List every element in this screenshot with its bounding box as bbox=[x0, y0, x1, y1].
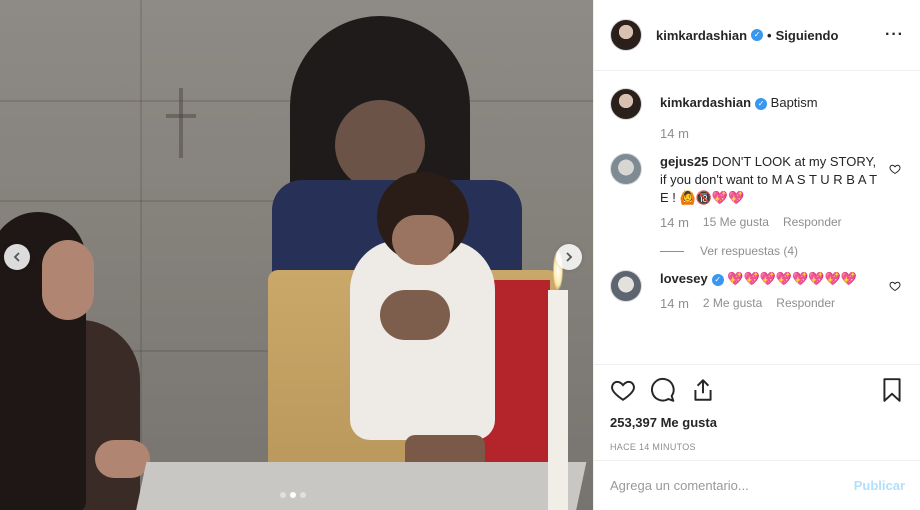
header-separator: • bbox=[767, 27, 772, 43]
verified-icon: ✓ bbox=[751, 29, 764, 41]
more-icon[interactable]: ··· bbox=[885, 26, 904, 44]
view-replies-button[interactable]: Ver respuestas (4) bbox=[660, 244, 882, 258]
comment-time[interactable]: 14 m bbox=[660, 215, 689, 230]
heart-icon[interactable] bbox=[610, 377, 636, 403]
candle bbox=[548, 290, 568, 510]
post-actions: 253,397 Me gusta HACE 14 MINUTOS bbox=[594, 364, 920, 460]
chevron-right-icon bbox=[566, 252, 573, 262]
caption: kimkardashian ✓ Baptism 14 m bbox=[610, 88, 905, 141]
child-face bbox=[392, 215, 454, 265]
comment-text: 💖💖💖💖💖💖💖💖 bbox=[727, 271, 857, 286]
replies-line bbox=[660, 250, 684, 252]
carousel-dot bbox=[300, 492, 306, 498]
comment-composer: Publicar bbox=[594, 460, 920, 510]
comment-likes[interactable]: 15 Me gusta bbox=[703, 215, 769, 230]
caption-username[interactable]: kimkardashian bbox=[660, 95, 751, 110]
comment-time[interactable]: 14 m bbox=[660, 296, 689, 311]
heart-icon[interactable] bbox=[889, 163, 901, 175]
caption-author-avatar[interactable] bbox=[610, 88, 642, 120]
reply-button[interactable]: Responder bbox=[776, 296, 835, 311]
commenter-avatar[interactable] bbox=[610, 270, 642, 302]
wall-seam bbox=[0, 200, 300, 202]
carousel-dot bbox=[280, 492, 286, 498]
author-username[interactable]: kimkardashian bbox=[656, 28, 747, 43]
verified-icon: ✓ bbox=[711, 273, 724, 286]
following-button[interactable]: Siguiendo bbox=[776, 28, 839, 43]
carousel-dots bbox=[280, 492, 306, 498]
comment-likes[interactable]: 2 Me gusta bbox=[703, 296, 762, 311]
caption-text: Baptism bbox=[770, 95, 818, 110]
comment-username[interactable]: lovesey bbox=[660, 271, 708, 286]
comment-input[interactable] bbox=[610, 478, 854, 493]
woman-face bbox=[42, 240, 94, 320]
reply-button[interactable]: Responder bbox=[783, 215, 842, 230]
commenter-avatar[interactable] bbox=[610, 153, 642, 185]
chevron-left-icon bbox=[13, 252, 20, 262]
priest-hand bbox=[380, 290, 450, 340]
bookmark-icon[interactable] bbox=[879, 377, 905, 403]
altar bbox=[133, 462, 587, 510]
like-count[interactable]: 253,397 Me gusta bbox=[610, 415, 905, 430]
wall-cross bbox=[166, 88, 196, 158]
wall-seam bbox=[140, 0, 142, 470]
carousel-dot-active bbox=[290, 492, 296, 498]
post-sidebar: kimkardashian ✓ • Siguiendo ··· kimkarda… bbox=[593, 0, 920, 510]
author-avatar[interactable] bbox=[610, 19, 642, 51]
carousel-prev-button[interactable] bbox=[4, 244, 30, 270]
comments-list[interactable]: kimkardashian ✓ Baptism 14 m gejus25 DON'… bbox=[594, 72, 920, 364]
view-replies-label: Ver respuestas (4) bbox=[700, 244, 799, 258]
caption-time[interactable]: 14 m bbox=[660, 126, 689, 141]
post-header: kimkardashian ✓ • Siguiendo ··· bbox=[594, 0, 920, 71]
comment-icon[interactable] bbox=[650, 377, 676, 403]
publish-button[interactable]: Publicar bbox=[854, 478, 905, 493]
woman-hands bbox=[95, 440, 150, 478]
share-icon[interactable] bbox=[690, 377, 716, 403]
action-icons bbox=[610, 375, 905, 405]
verified-icon: ✓ bbox=[755, 97, 768, 110]
comment-item: lovesey ✓ 💖💖💖💖💖💖💖💖 14 m 2 Me gusta Respon… bbox=[610, 270, 905, 311]
carousel-next-button[interactable] bbox=[556, 244, 582, 270]
heart-icon[interactable] bbox=[889, 280, 901, 292]
child-dress bbox=[350, 240, 495, 440]
post-photo[interactable] bbox=[0, 0, 593, 510]
comment-username[interactable]: gejus25 bbox=[660, 154, 708, 169]
comment-item: gejus25 DON'T LOOK at my STORY, if you d… bbox=[610, 153, 905, 258]
posted-time[interactable]: HACE 14 MINUTOS bbox=[610, 442, 905, 452]
